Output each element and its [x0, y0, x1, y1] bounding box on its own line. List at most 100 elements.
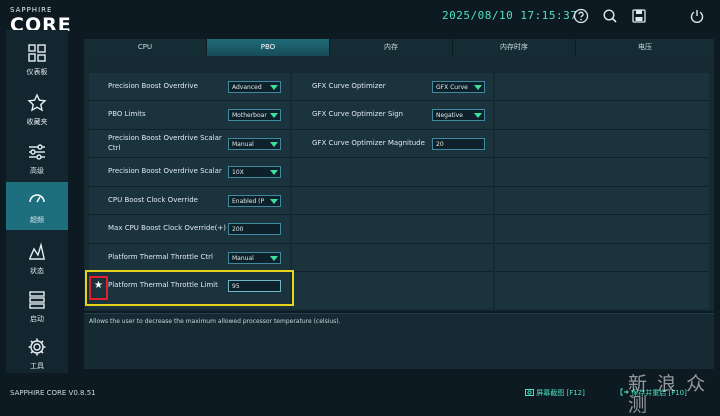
dropdown-value: Enabled (P: [232, 198, 265, 205]
row-divider: [89, 243, 290, 244]
row-divider: [292, 100, 493, 101]
gfx-curve-sign-dropdown[interactable]: Negative: [432, 109, 485, 121]
dropdown-arrow-icon: [270, 113, 278, 118]
sidebar-item-tools[interactable]: 工具: [6, 330, 68, 374]
sidebar-item-status[interactable]: 状态: [6, 235, 68, 279]
row-divider: [292, 271, 493, 272]
setting-label: Platform Thermal Throttle Ctrl: [108, 253, 213, 261]
row-divider: [495, 186, 709, 187]
row-divider: [89, 129, 290, 130]
row-divider: [495, 214, 709, 215]
help-icon[interactable]: [573, 8, 589, 24]
gauge-icon: [29, 194, 45, 203]
sidebar-item-label: 状态: [30, 267, 44, 275]
setting-label: GFX Curve Optimizer Magnitude: [312, 139, 425, 147]
dropdown-arrow-icon: [270, 142, 278, 147]
row-divider: [89, 186, 290, 187]
max-boost-clock-input[interactable]: 200: [228, 223, 281, 235]
dropdown-arrow-icon: [270, 170, 278, 175]
dashboard-icon: [28, 44, 46, 62]
dropdown-value: Motherboar: [232, 112, 267, 119]
row-divider: [292, 243, 493, 244]
dropdown-arrow-icon: [270, 85, 278, 90]
brand-top: SAPPHIRE: [10, 6, 53, 14]
dropdown-arrow-icon: [474, 113, 482, 118]
setting-label: GFX Curve Optimizer: [312, 82, 386, 90]
row-divider: [89, 214, 290, 215]
pbo-scalar-ctrl-dropdown[interactable]: Manual: [228, 138, 281, 150]
tab-memory[interactable]: 内存: [330, 39, 453, 56]
setting-label-line2: Ctrl: [108, 144, 121, 152]
sliders-icon: [29, 144, 45, 160]
save-icon[interactable]: [631, 8, 647, 24]
row-divider: [495, 100, 709, 101]
stack-icon: [29, 291, 45, 309]
gfx-curve-optimizer-dropdown[interactable]: GFX Curve: [432, 81, 485, 93]
sidebar-item-overclock[interactable]: 超频: [6, 182, 68, 230]
row-divider: [495, 243, 709, 244]
setting-label: Max CPU Boost Clock Override(+): [108, 224, 226, 232]
screenshot-label: 屏幕截图 [F12]: [536, 389, 585, 397]
sidebar-item-label: 高级: [30, 167, 44, 175]
dropdown-value: 10X: [232, 169, 244, 176]
sidebar-item-boot[interactable]: 启动: [6, 283, 68, 327]
tab-pbo[interactable]: PBO: [207, 39, 330, 56]
highlight-box: [85, 270, 294, 306]
row-divider: [292, 214, 493, 215]
sidebar-item-label: 仪表板: [26, 68, 48, 76]
setting-label: Precision Boost Overdrive Scalar: [108, 134, 222, 142]
dropdown-value: Manual: [232, 141, 254, 148]
sidebar: 仪表板 收藏夹 高级 超频 状态 启动 工具: [6, 30, 68, 373]
row-divider: [495, 157, 709, 158]
dropdown-value: GFX Curve: [436, 84, 468, 91]
favorite-star-icon[interactable]: ★: [94, 280, 103, 291]
watermark: 新 浪 众测: [628, 373, 708, 416]
version-label: SAPPHIRE CORE V0.8.51: [10, 389, 96, 397]
sidebar-item-label: 收藏夹: [26, 118, 48, 126]
row-divider: [292, 186, 493, 187]
tab-bar: CPU PBO 内存 内存时序 电压: [84, 39, 714, 56]
setting-label: PBO Limits: [108, 110, 146, 118]
pbo-limits-dropdown[interactable]: Motherboar: [228, 109, 281, 121]
dropdown-value: Negative: [436, 112, 463, 119]
dropdown-arrow-icon: [474, 85, 482, 90]
star-icon: [27, 93, 47, 112]
sidebar-item-favorites[interactable]: 收藏夹: [6, 86, 68, 130]
thermal-throttle-ctrl-dropdown[interactable]: Manual: [228, 252, 281, 264]
camera-icon: [525, 389, 534, 396]
search-icon[interactable]: [602, 8, 618, 24]
sidebar-item-label: 工具: [30, 362, 44, 370]
datetime-display: 2025/08/10 17:15:37: [442, 9, 578, 22]
setting-label: Precision Boost Overdrive: [108, 82, 198, 90]
boost-clock-override-dropdown[interactable]: Enabled (P: [228, 195, 281, 207]
sidebar-item-label: 超频: [30, 216, 44, 224]
setting-label: Precision Boost Overdrive Scalar: [108, 167, 222, 175]
power-icon[interactable]: [689, 8, 705, 24]
empty-settings-column: [495, 73, 709, 309]
row-divider: [89, 157, 290, 158]
tab-cpu[interactable]: CPU: [84, 39, 207, 56]
sidebar-item-label: 启动: [30, 315, 44, 323]
sidebar-item-dashboard[interactable]: 仪表板: [6, 36, 68, 80]
sidebar-item-advanced[interactable]: 高级: [6, 135, 68, 179]
row-divider: [495, 271, 709, 272]
help-description-panel: Allows the user to decrease the maximum …: [84, 313, 714, 369]
pbo-mode-dropdown[interactable]: Advanced: [228, 81, 281, 93]
dropdown-arrow-icon: [270, 199, 278, 204]
tab-memory-timing[interactable]: 内存时序: [453, 39, 576, 56]
row-divider: [89, 100, 290, 101]
row-divider: [495, 129, 709, 130]
dropdown-arrow-icon: [270, 256, 278, 261]
tab-voltage[interactable]: 电压: [576, 39, 714, 56]
gfx-curve-magnitude-input[interactable]: 20: [432, 138, 485, 150]
help-description-text: Allows the user to decrease the maximum …: [89, 318, 341, 325]
chart-icon: [29, 242, 45, 260]
dropdown-value: Manual: [232, 255, 254, 262]
screenshot-button[interactable]: 屏幕截图 [F12]: [525, 388, 585, 398]
gear-icon: [28, 338, 46, 356]
dropdown-value: Advanced: [232, 84, 262, 91]
setting-label: GFX Curve Optimizer Sign: [312, 110, 404, 118]
row-divider: [292, 129, 493, 130]
setting-label: CPU Boost Clock Override: [108, 196, 198, 204]
pbo-scalar-dropdown[interactable]: 10X: [228, 166, 281, 178]
